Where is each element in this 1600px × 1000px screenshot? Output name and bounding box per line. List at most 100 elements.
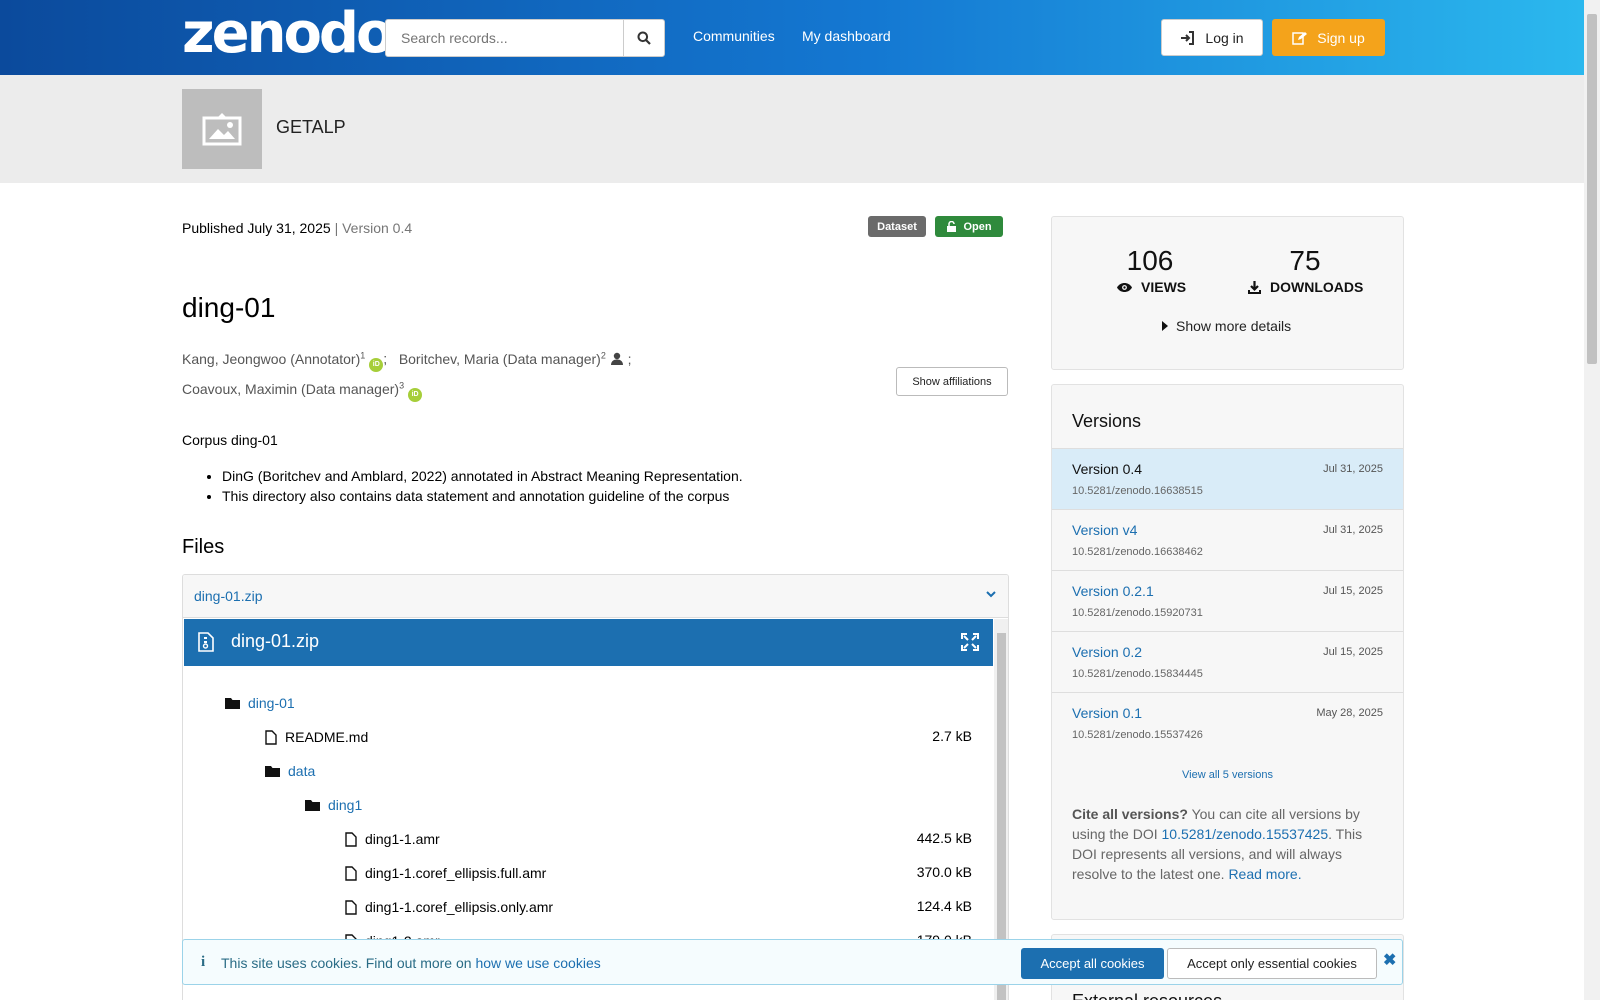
tree-folder-ding-01[interactable]: ding-01 bbox=[225, 692, 295, 714]
show-more-details-toggle[interactable]: Show more details bbox=[1162, 318, 1291, 334]
top-header: zenodo Communities My dashboard Log in S… bbox=[0, 0, 1584, 75]
concept-doi-link[interactable]: 10.5281/zenodo.15537425 bbox=[1162, 826, 1329, 842]
version-doi: 10.5281/zenodo.15834445 bbox=[1072, 668, 1203, 680]
orcid-icon[interactable]: iD bbox=[369, 357, 384, 372]
tree-folder-ding1[interactable]: ding1 bbox=[305, 794, 362, 816]
creator[interactable]: Boritchev, Maria (Data manager)2 ; bbox=[399, 350, 632, 367]
folder-icon bbox=[225, 698, 240, 709]
page-scrollbar[interactable] bbox=[1584, 0, 1600, 1000]
creator-name: Coavoux, Maximin (Data manager) bbox=[182, 381, 400, 398]
version-item[interactable]: Version 0.4 Jul 31, 2025 10.5281/zenodo.… bbox=[1052, 448, 1403, 509]
show-affiliations-button[interactable]: Show affiliations bbox=[896, 367, 1008, 396]
version-doi: 10.5281/zenodo.15537426 bbox=[1072, 729, 1203, 741]
edit-icon bbox=[1292, 31, 1308, 45]
login-label: Log in bbox=[1205, 29, 1244, 46]
signup-button[interactable]: Sign up bbox=[1272, 19, 1385, 56]
files-heading: Files bbox=[182, 536, 225, 558]
file-size: 370.0 kB bbox=[916, 864, 972, 880]
version-name[interactable]: Version v4 bbox=[1072, 522, 1137, 538]
file-icon bbox=[265, 729, 277, 745]
file-icon bbox=[345, 865, 357, 881]
expand-icon[interactable] bbox=[961, 633, 979, 651]
chevron-down-icon bbox=[986, 591, 996, 598]
version-item[interactable]: Version 0.1 May 28, 2025 10.5281/zenodo.… bbox=[1052, 692, 1403, 753]
search-bar bbox=[385, 19, 665, 57]
tree-file[interactable]: ding1-1.coref_ellipsis.full.amr bbox=[345, 862, 546, 884]
read-more-link[interactable]: Read more. bbox=[1228, 866, 1301, 882]
versions-heading: Versions bbox=[1072, 411, 1142, 431]
search-button[interactable] bbox=[623, 20, 664, 56]
nav-my-dashboard[interactable]: My dashboard bbox=[802, 28, 891, 44]
downloads-label-group: DOWNLOADS bbox=[1247, 279, 1363, 295]
cookie-policy-link[interactable]: how we use cookies bbox=[475, 955, 600, 971]
version-name[interactable]: Version 0.1 bbox=[1072, 705, 1142, 721]
version-date: Jul 31, 2025 bbox=[1323, 524, 1383, 536]
version-item[interactable]: Version 0.2 Jul 15, 2025 10.5281/zenodo.… bbox=[1052, 631, 1403, 692]
tree-folder-data[interactable]: data bbox=[265, 760, 315, 782]
downloads-label: DOWNLOADS bbox=[1270, 279, 1364, 295]
nav-communities[interactable]: Communities bbox=[693, 28, 775, 44]
orcid-icon[interactable]: iD bbox=[408, 388, 423, 403]
login-button[interactable]: Log in bbox=[1161, 19, 1263, 56]
tree-file[interactable]: ding1-1.amr bbox=[345, 828, 440, 850]
access-badge: Open bbox=[935, 216, 1003, 237]
file-icon bbox=[345, 831, 357, 847]
views-label: VIEWS bbox=[1141, 279, 1187, 295]
page-scrollbar-thumb[interactable] bbox=[1587, 14, 1597, 364]
view-all-versions-link[interactable]: View all 5 versions bbox=[1052, 769, 1403, 781]
creator[interactable]: Kang, Jeongwoo (Annotator)1iD bbox=[182, 350, 384, 372]
zenodo-logo[interactable]: zenodo bbox=[182, 2, 394, 66]
version-doi: 10.5281/zenodo.16638462 bbox=[1072, 546, 1203, 558]
folder-icon bbox=[305, 800, 320, 811]
panel-heading: External resources bbox=[1072, 991, 1222, 1000]
record-title: ding-01 bbox=[182, 292, 276, 323]
signup-label: Sign up bbox=[1317, 29, 1365, 46]
version-item[interactable]: Version v4 Jul 31, 2025 10.5281/zenodo.1… bbox=[1052, 509, 1403, 570]
resource-type-badge: Dataset bbox=[868, 216, 926, 237]
info-icon: i bbox=[201, 954, 206, 970]
zip-preview-header: ding-01.zip bbox=[184, 619, 993, 666]
zip-preview-name: ding-01.zip bbox=[231, 631, 320, 651]
community-name[interactable]: GETALP bbox=[276, 117, 346, 138]
version-date: Jul 15, 2025 bbox=[1323, 585, 1383, 597]
file-name: ding1-1.coref_ellipsis.only.amr bbox=[365, 899, 554, 915]
access-label: Open bbox=[963, 220, 992, 233]
download-icon bbox=[1248, 280, 1261, 294]
accept-essential-cookies-button[interactable]: Accept only essential cookies bbox=[1167, 948, 1377, 979]
file-icon bbox=[345, 899, 357, 915]
file-name: ding1-1.amr bbox=[365, 831, 440, 847]
creator[interactable]: Coavoux, Maximin (Data manager)3iD bbox=[182, 381, 423, 403]
publication-info: Published July 31, 2025 | Version 0.4 bbox=[182, 220, 412, 236]
version-doi: 10.5281/zenodo.15920731 bbox=[1072, 607, 1203, 619]
version-name[interactable]: Version 0.2.1 bbox=[1072, 583, 1154, 599]
tree-file[interactable]: README.md bbox=[265, 726, 368, 748]
version-name[interactable]: Version 0.2 bbox=[1072, 644, 1142, 660]
sign-in-icon bbox=[1181, 30, 1195, 45]
version-item[interactable]: Version 0.2.1 Jul 15, 2025 10.5281/zenod… bbox=[1052, 570, 1403, 631]
creators-list: Kang, Jeongwoo (Annotator)1iD; Boritchev… bbox=[182, 342, 662, 403]
file-size: 124.4 kB bbox=[916, 898, 972, 914]
file-name: README.md bbox=[285, 729, 369, 745]
community-logo[interactable] bbox=[182, 89, 262, 169]
versions-panel: Versions Version 0.4 Jul 31, 2025 10.528… bbox=[1051, 384, 1404, 920]
more-details-label: Show more details bbox=[1176, 318, 1292, 334]
list-item: DinG (Boritchev and Amblard, 2022) annot… bbox=[222, 466, 743, 486]
version-label: | Version 0.4 bbox=[334, 220, 413, 236]
version-name: Version 0.4 bbox=[1072, 461, 1143, 477]
tree-file[interactable]: ding1-1.coref_ellipsis.only.amr bbox=[345, 896, 553, 918]
accept-all-cookies-button[interactable]: Accept all cookies bbox=[1021, 948, 1164, 979]
views-label-group: VIEWS bbox=[1116, 279, 1186, 295]
search-input[interactable] bbox=[386, 20, 624, 56]
list-item: This directory also contains data statem… bbox=[222, 486, 743, 506]
version-date: Jul 15, 2025 bbox=[1323, 646, 1383, 658]
file-size: 2.7 kB bbox=[932, 728, 972, 744]
files-accordion-header[interactable]: ding-01.zip bbox=[183, 575, 1008, 618]
caret-right-icon bbox=[1162, 321, 1168, 331]
close-icon[interactable]: ✖ bbox=[1383, 950, 1396, 970]
file-name: ding1-1.coref_ellipsis.full.amr bbox=[365, 865, 547, 881]
cite-all-versions: Cite all versions? You can cite all vers… bbox=[1072, 804, 1387, 884]
cookie-banner: i This site uses cookies. Find out more … bbox=[182, 939, 1403, 985]
folder-icon bbox=[265, 766, 280, 777]
description-intro: Corpus ding-01 bbox=[182, 432, 278, 448]
downloads-count: 75 bbox=[1289, 245, 1321, 276]
